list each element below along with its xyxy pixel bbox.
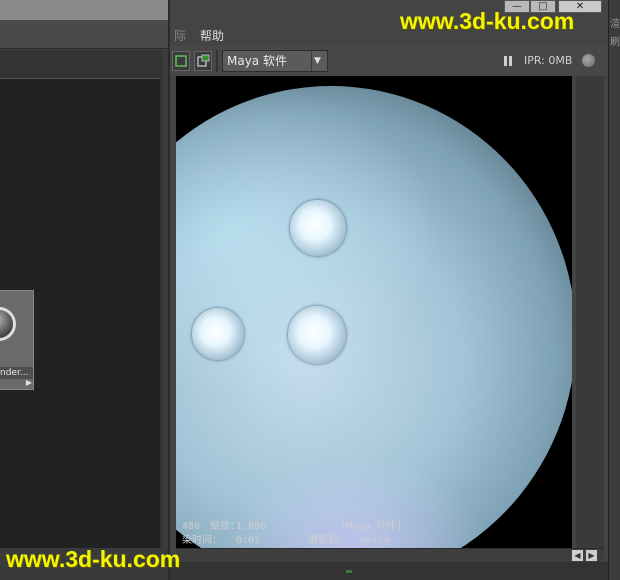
render-resolution: 480 (182, 521, 201, 532)
render-viewport[interactable]: 480 缩放： 1.000 (Maya 软件) 染时间： 0:01 摄影机： p… (176, 76, 572, 548)
ipr-memory-label: IPR: 0MB (524, 54, 573, 67)
render-time-value: 0:01 (236, 535, 261, 546)
render-info-overlay: 480 缩放： 1.000 (Maya 软件) 染时间： 0:01 摄影机： p… (182, 520, 572, 548)
keep-image-button[interactable] (172, 51, 190, 71)
render-node-icon (0, 307, 16, 341)
horizontal-scrollbar[interactable]: ◀ ▶ (176, 548, 604, 563)
watermark-bottom: www.3d-ku.com (6, 546, 181, 572)
finger-hole-right (288, 306, 346, 364)
render-toolbar: Maya 软件 ▼ IPR: 0MB (170, 46, 610, 76)
menu-item-partial[interactable]: 际 (174, 27, 186, 44)
left-window-toolbar (0, 20, 168, 49)
left-window-titlebar[interactable] (0, 0, 168, 20)
right-window-edge: 渲 刷 (608, 0, 620, 580)
toolbar-separator (216, 50, 218, 72)
render-window-bottom (170, 562, 610, 580)
renderer-select-value: Maya 软件 (227, 54, 287, 68)
keep-image-icon (175, 55, 187, 67)
finger-hole-top (290, 200, 346, 256)
ipr-status-dot[interactable] (582, 54, 595, 67)
camera-label: 摄影机： (308, 535, 348, 546)
select-divider (311, 51, 312, 71)
pause-icon[interactable] (504, 56, 514, 69)
status-indicator (346, 570, 352, 573)
dropdown-arrow-icon[interactable]: ▼ (314, 51, 321, 71)
scroll-left-arrow-icon[interactable]: ◀ (572, 550, 583, 561)
left-window: nder... ▶ (0, 0, 168, 580)
render-time-label: 染时间： (182, 535, 222, 546)
render-node[interactable]: nder... ▶ (0, 290, 34, 390)
renderer-select[interactable]: Maya 软件 ▼ (222, 50, 328, 72)
remove-image-icon (197, 54, 210, 67)
zoom-value: 1.000 (236, 521, 267, 532)
renderer-name: (Maya 软件) (340, 521, 403, 532)
render-view-window: — □ ✕ 际 帮助 Maya 软件 ▼ IPR: 0MB 480 缩放： 1.… (168, 0, 610, 580)
watermark-top: www.3d-ku.com (400, 8, 575, 34)
menu-item-help[interactable]: 帮助 (200, 27, 224, 44)
scroll-right-arrow-icon[interactable]: ▶ (586, 550, 597, 561)
remove-image-button[interactable] (194, 51, 212, 71)
right-edge-text: 渲 刷 (610, 19, 620, 48)
finger-hole-left (192, 308, 244, 360)
vertical-scroll-area[interactable] (576, 76, 604, 548)
node-expand-arrow-icon[interactable]: ▶ (26, 378, 32, 387)
camera-value: persp (360, 535, 391, 546)
